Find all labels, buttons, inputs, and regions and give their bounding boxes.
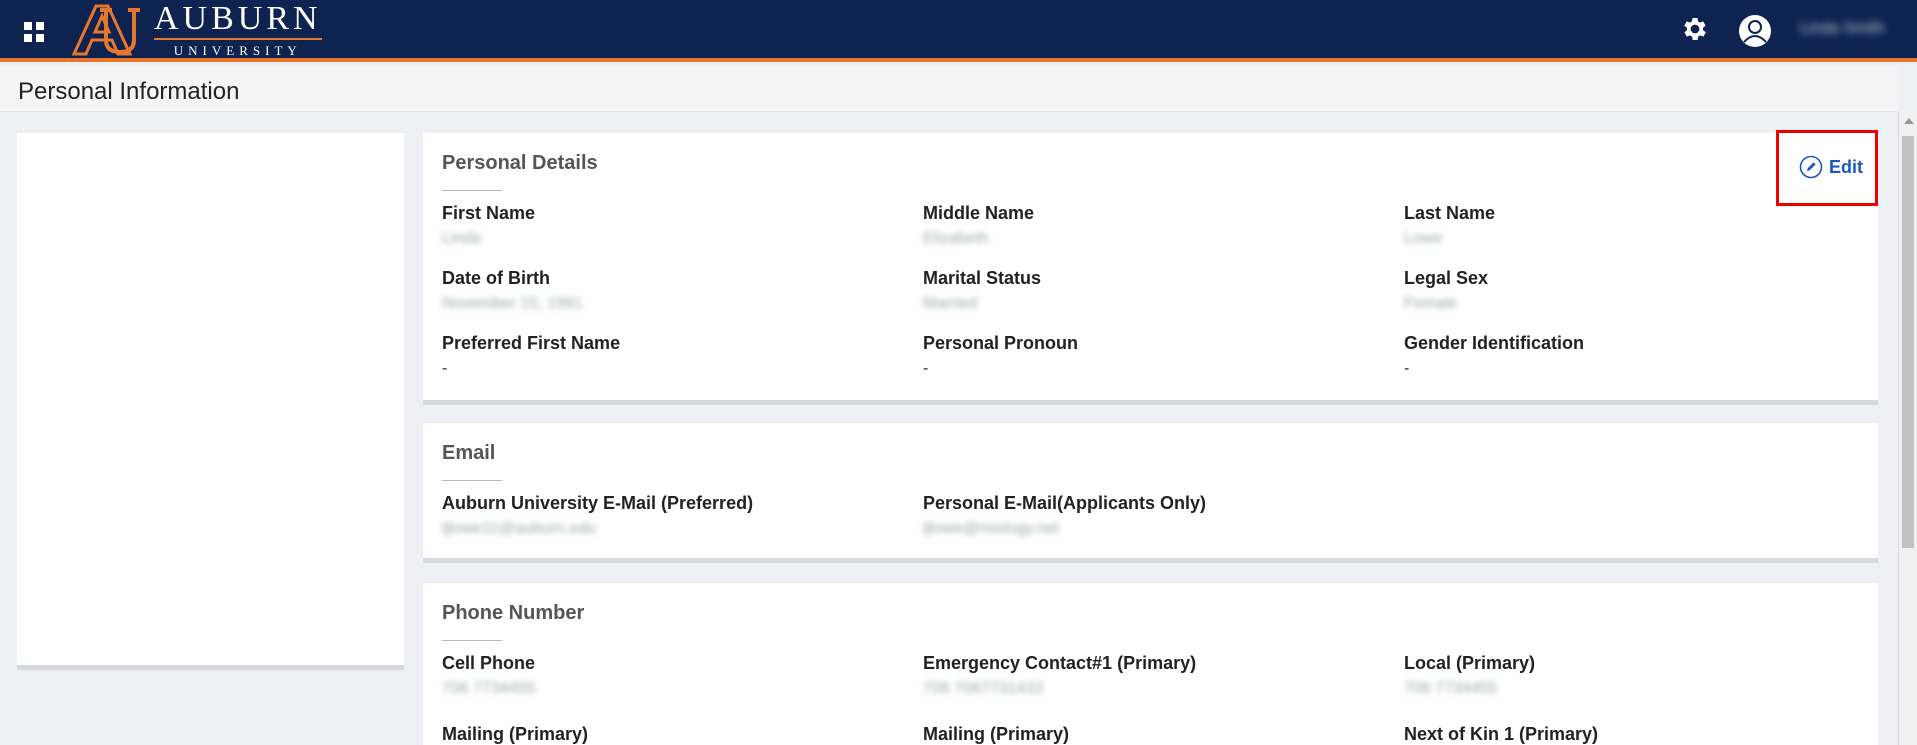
field-last-name: Last Name Lowe — [1404, 203, 1496, 247]
auburn-logo[interactable]: AUBURN UNIVERSITY — [66, 0, 322, 58]
vertical-scrollbar[interactable] — [1898, 112, 1917, 745]
phone-number-card: Phone Number Cell Phone 706 7734455 Emer… — [423, 583, 1878, 745]
logo-wordmark: AUBURN — [154, 0, 322, 37]
logo-subtitle: UNIVERSITY — [173, 42, 302, 58]
field-first-name: First Name Linda — [442, 203, 536, 247]
field-date-of-birth: Date of Birth November 15, 1991 — [442, 268, 583, 312]
field-emergency-contact: Emergency Contact#1 (Primary) 706 706773… — [923, 653, 1197, 697]
email-card: Email Auburn University E-Mail (Preferre… — [423, 423, 1878, 563]
field-mailing-phone-2: Mailing (Primary) — [923, 724, 1070, 744]
field-personal-email: Personal E-Mail(Applicants Only) ljlowe@… — [923, 493, 1207, 537]
pencil-icon — [1799, 155, 1823, 179]
au-logo-mark-icon — [71, 4, 140, 56]
gear-icon[interactable] — [1680, 14, 1710, 44]
page-title: Personal Information — [18, 78, 240, 105]
apps-grid-icon[interactable] — [24, 22, 44, 42]
user-avatar-icon[interactable] — [1738, 14, 1772, 48]
edit-label[interactable]: Edit — [1829, 157, 1863, 178]
personal-details-title: Personal Details — [442, 152, 598, 174]
field-preferred-first-name: Preferred First Name - — [442, 333, 621, 377]
field-personal-pronoun: Personal Pronoun - — [923, 333, 1079, 377]
user-name[interactable]: Linda Smith — [1800, 20, 1910, 40]
email-title: Email — [442, 442, 496, 464]
field-mailing-phone-1: Mailing (Primary) — [442, 724, 589, 744]
edit-personal-details-button[interactable]: Edit — [1776, 130, 1878, 206]
left-side-panel — [17, 133, 404, 670]
field-next-of-kin: Next of Kin 1 (Primary) — [1404, 724, 1599, 744]
field-marital-status: Marital Status Married — [923, 268, 1042, 312]
field-gender-identification: Gender Identification - — [1404, 333, 1585, 377]
page-title-bar: Personal Information — [0, 66, 1898, 112]
field-local-phone: Local (Primary) 706 7734455 — [1404, 653, 1536, 697]
personal-details-card: Personal Details First Name Linda Middle… — [423, 133, 1878, 405]
field-legal-sex: Legal Sex Female — [1404, 268, 1489, 312]
scrollbar-thumb[interactable] — [1902, 136, 1914, 548]
scroll-up-arrow-icon[interactable] — [1904, 118, 1914, 124]
field-auburn-email: Auburn University E-Mail (Preferred) ljl… — [442, 493, 754, 537]
field-middle-name: Middle Name Elizabeth — [923, 203, 1035, 247]
phone-number-title: Phone Number — [442, 602, 585, 624]
field-cell-phone: Cell Phone 706 7734455 — [442, 653, 536, 697]
top-navigation-bar: AUBURN UNIVERSITY Linda Smith — [0, 0, 1917, 62]
